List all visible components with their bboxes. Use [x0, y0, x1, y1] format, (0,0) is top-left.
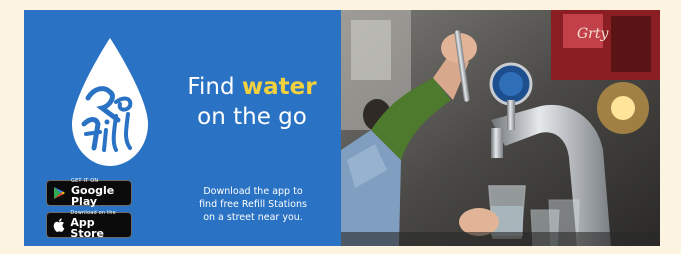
- headline-prefix: Find: [187, 74, 235, 100]
- photo-illustration: Grty: [341, 10, 660, 246]
- apple-icon: [53, 217, 65, 233]
- tagline-line1: Download the app to: [203, 186, 303, 197]
- refill-banner: Find water on the go Download the app to…: [24, 10, 660, 246]
- headline-line2: on the go: [197, 104, 307, 130]
- app-store-badge[interactable]: Download on the App Store: [46, 211, 132, 240]
- download-tagline: Download the app to find free Refill Sta…: [174, 185, 332, 224]
- headline-accent: water: [241, 74, 317, 100]
- refill-logo: [72, 38, 148, 166]
- google-play-icon: [53, 185, 66, 201]
- promo-panel: Find water on the go Download the app to…: [24, 10, 341, 246]
- app-store-label: App Store: [70, 216, 105, 240]
- headline: Find water on the go: [172, 72, 332, 132]
- tagline-line2: find free Refill Stations: [199, 199, 307, 210]
- google-play-badge[interactable]: GET IT ON Google Play: [46, 179, 132, 208]
- tagline-line3: on a street near you.: [203, 212, 303, 223]
- water-tap-photo: Grty: [341, 10, 660, 246]
- google-play-label: Google Play: [71, 184, 115, 208]
- svg-text:Grty: Grty: [577, 26, 610, 42]
